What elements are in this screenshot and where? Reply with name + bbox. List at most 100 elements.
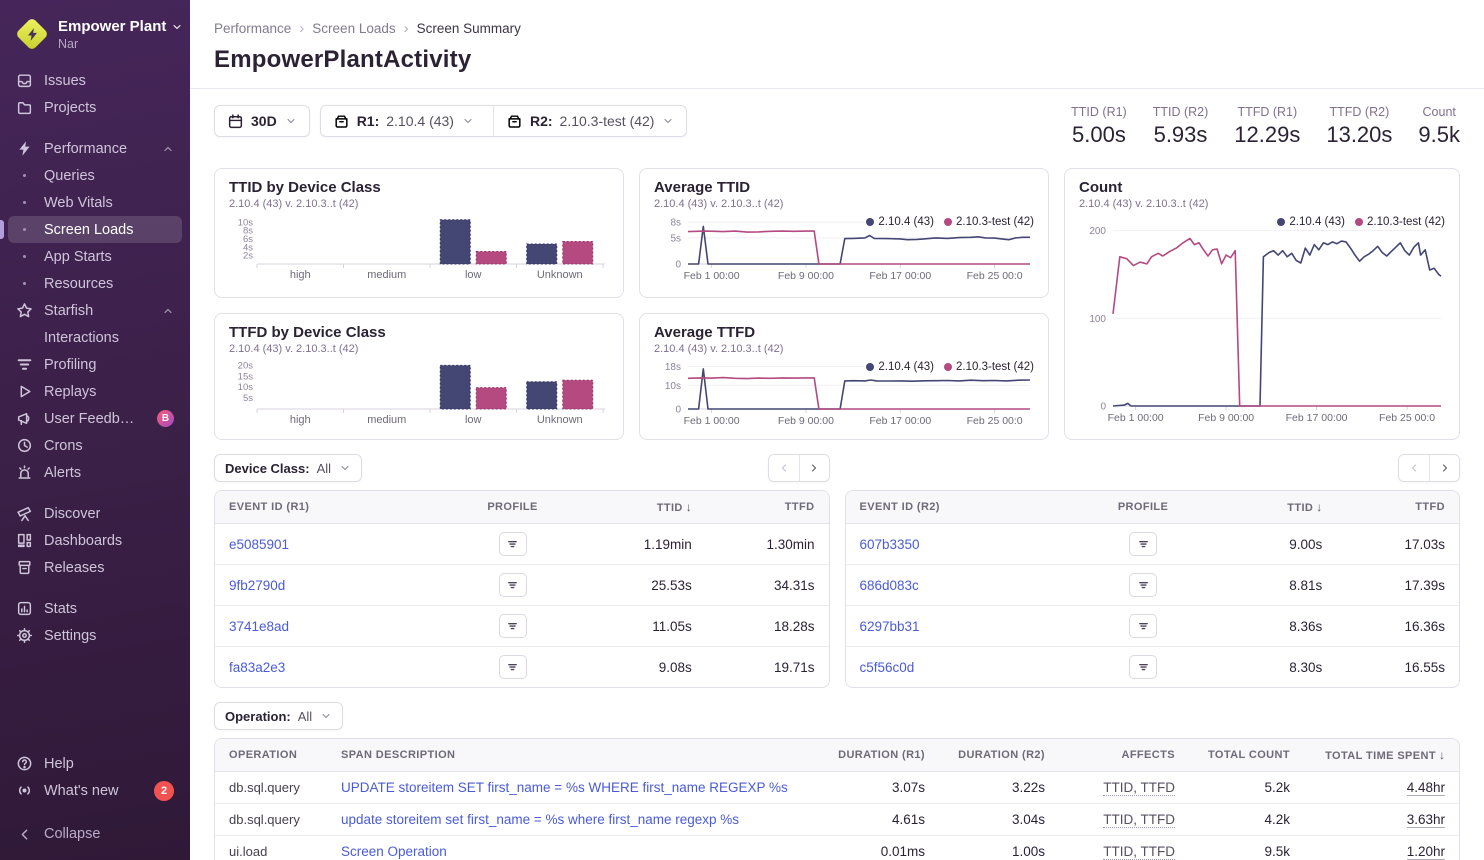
sidebar-item-performance[interactable]: Performance [8,135,182,162]
event-link[interactable]: 6297bb31 [860,619,920,634]
operation-filter[interactable]: Operation: All [214,702,343,730]
svg-text:10s: 10s [665,381,681,392]
sidebar-item-replays[interactable]: Replays [8,378,182,405]
line-chart: 2001000Feb 1 00:00Feb 9 00:00Feb 17 00:0… [1079,214,1445,428]
span-description-link[interactable]: update storeitem set first_name = %s whe… [341,812,739,827]
release-r1-button[interactable]: R1: 2.10.4 (43) [321,106,486,136]
sidebar-item-app-starts[interactable]: App Starts [8,243,182,270]
chart-subtitle: 2.10.4 (43) v. 2.10.3..t (42) [229,198,609,210]
legend-label: 2.10.4 (43) [878,361,934,373]
profile-button[interactable] [1129,614,1157,638]
column-header-affects[interactable]: AFFECTS [1059,739,1189,772]
column-header-operation[interactable]: OPERATION [215,739,327,772]
affects-value[interactable]: TTID, TTFD [1103,780,1175,796]
profile-button[interactable] [1129,573,1157,597]
svg-text:medium: medium [367,269,406,281]
sidebar-item-what-s-new[interactable]: What's new2 [8,777,182,804]
next-page-button[interactable] [1429,455,1459,481]
event-link[interactable]: 607b3350 [860,537,920,552]
stat-value: 12.29s [1234,122,1300,148]
profile-button[interactable] [499,655,527,679]
sidebar-item-interactions[interactable]: Interactions [8,324,182,351]
total-time-spent-link[interactable]: 4.48hr [1407,780,1445,796]
prev-page-button[interactable] [1399,455,1429,481]
event-link[interactable]: c5f56c0d [860,660,915,675]
sidebar-item-crons[interactable]: Crons [8,432,182,459]
affects-value[interactable]: TTID, TTFD [1103,844,1175,860]
chart-ttfd-by-device-class: TTFD by Device Class 2.10.4 (43) v. 2.10… [214,313,624,440]
legend-entry: 2.10.3-test (42) [944,216,1034,228]
event-link[interactable]: 686d083c [860,578,919,593]
column-header-span-description[interactable]: SPAN DESCRIPTION [327,739,819,772]
breadcrumb-screen-loads[interactable]: Screen Loads [312,21,395,36]
event-link[interactable]: fa83a2e3 [229,660,285,675]
column-header-duration-r2[interactable]: DURATION (R2) [939,739,1059,772]
event-link[interactable]: 3741e8ad [229,619,289,634]
page-title: EmpowerPlantActivity [214,46,1456,74]
sidebar-item-web-vitals[interactable]: Web Vitals [8,189,182,216]
sidebar-item-discover[interactable]: Discover [8,500,182,527]
sidebar-item-dashboards[interactable]: Dashboards [8,527,182,554]
sidebar-item-label: Projects [44,100,96,116]
svg-text:10s: 10s [238,382,254,393]
operation-value: db.sql.query [215,772,327,804]
column-header-total-count[interactable]: TOTAL COUNT [1189,739,1304,772]
sidebar-item-starfish[interactable]: Starfish [8,297,182,324]
column-header-event-id-r1[interactable]: EVENT ID (R1) [215,491,442,524]
sidebar-item-settings[interactable]: Settings [8,622,182,649]
sidebar-item-releases[interactable]: Releases [8,554,182,581]
sidebar-collapse[interactable]: Collapse [8,820,182,848]
sidebar-item-projects[interactable]: Projects [8,94,182,121]
total-time-spent-link[interactable]: 1.20hr [1407,844,1445,860]
stat-value: 13.20s [1326,122,1392,148]
column-header-profile[interactable]: PROFILE [1073,491,1214,524]
bullet-icon [16,201,33,205]
breadcrumb-performance[interactable]: Performance [214,21,291,36]
event-link[interactable]: 9fb2790d [229,578,285,593]
column-header-ttfd[interactable]: TTFD [706,491,829,524]
profile-button[interactable] [499,532,527,556]
profile-button[interactable] [1129,655,1157,679]
column-header-ttid[interactable]: TTID↓ [583,491,706,524]
date-range-button[interactable]: 30D [214,105,310,137]
total-time-spent-link[interactable]: 3.63hr [1407,812,1445,828]
event-link[interactable]: e5085901 [229,537,289,552]
span-description-link[interactable]: Screen Operation [341,844,447,859]
column-header-profile[interactable]: PROFILE [442,491,583,524]
profile-button[interactable] [499,573,527,597]
sidebar-item-stats[interactable]: Stats [8,595,182,622]
bullet-icon [16,228,33,232]
column-header-duration-r1[interactable]: DURATION (R1) [819,739,939,772]
org-switcher[interactable]: Empower Plant Nar [0,14,190,67]
sidebar-item-help[interactable]: Help [8,750,182,777]
ttfd-value: 17.03s [1336,524,1459,565]
legend-dot-icon [944,363,952,371]
ttfd-value: 16.36s [1336,606,1459,647]
column-header-ttfd[interactable]: TTFD [1336,491,1459,524]
sidebar-item-queries[interactable]: Queries [8,162,182,189]
profile-button[interactable] [499,614,527,638]
sidebar-item-alerts[interactable]: Alerts [8,459,182,486]
device-class-filter[interactable]: Device Class: All [214,454,362,482]
sidebar-item-screen-loads[interactable]: Screen Loads [8,216,182,243]
prev-page-button[interactable] [769,455,799,481]
column-header-event-id-r2[interactable]: EVENT ID (R2) [846,491,1073,524]
sidebar-item-issues[interactable]: Issues [8,67,182,94]
sidebar-item-resources[interactable]: Resources [8,270,182,297]
legend-dot-icon [866,218,874,226]
sidebar-item-profiling[interactable]: Profiling [8,351,182,378]
stat-value: 9.5k [1418,122,1460,148]
stat-label: TTFD (R1) [1234,105,1300,119]
next-page-button[interactable] [799,455,829,481]
table-row: 6297bb318.36s16.36s [846,606,1460,647]
summary-stat: TTFD (R2)13.20s [1326,105,1392,148]
affects-value[interactable]: TTID, TTFD [1103,812,1175,828]
chevron-up-icon [162,143,174,155]
release-r2-button[interactable]: R2: 2.10.3-test (42) [493,106,687,136]
sidebar-item-user-feedback[interactable]: User FeedbackB [8,405,182,432]
column-header-ttid[interactable]: TTID↓ [1214,491,1337,524]
column-header-total-time-spent[interactable]: TOTAL TIME SPENT↓ [1304,739,1459,772]
span-description-link[interactable]: UPDATE storeitem SET first_name = %s WHE… [341,780,788,795]
profile-button[interactable] [1129,532,1157,556]
svg-text:high: high [290,269,311,281]
